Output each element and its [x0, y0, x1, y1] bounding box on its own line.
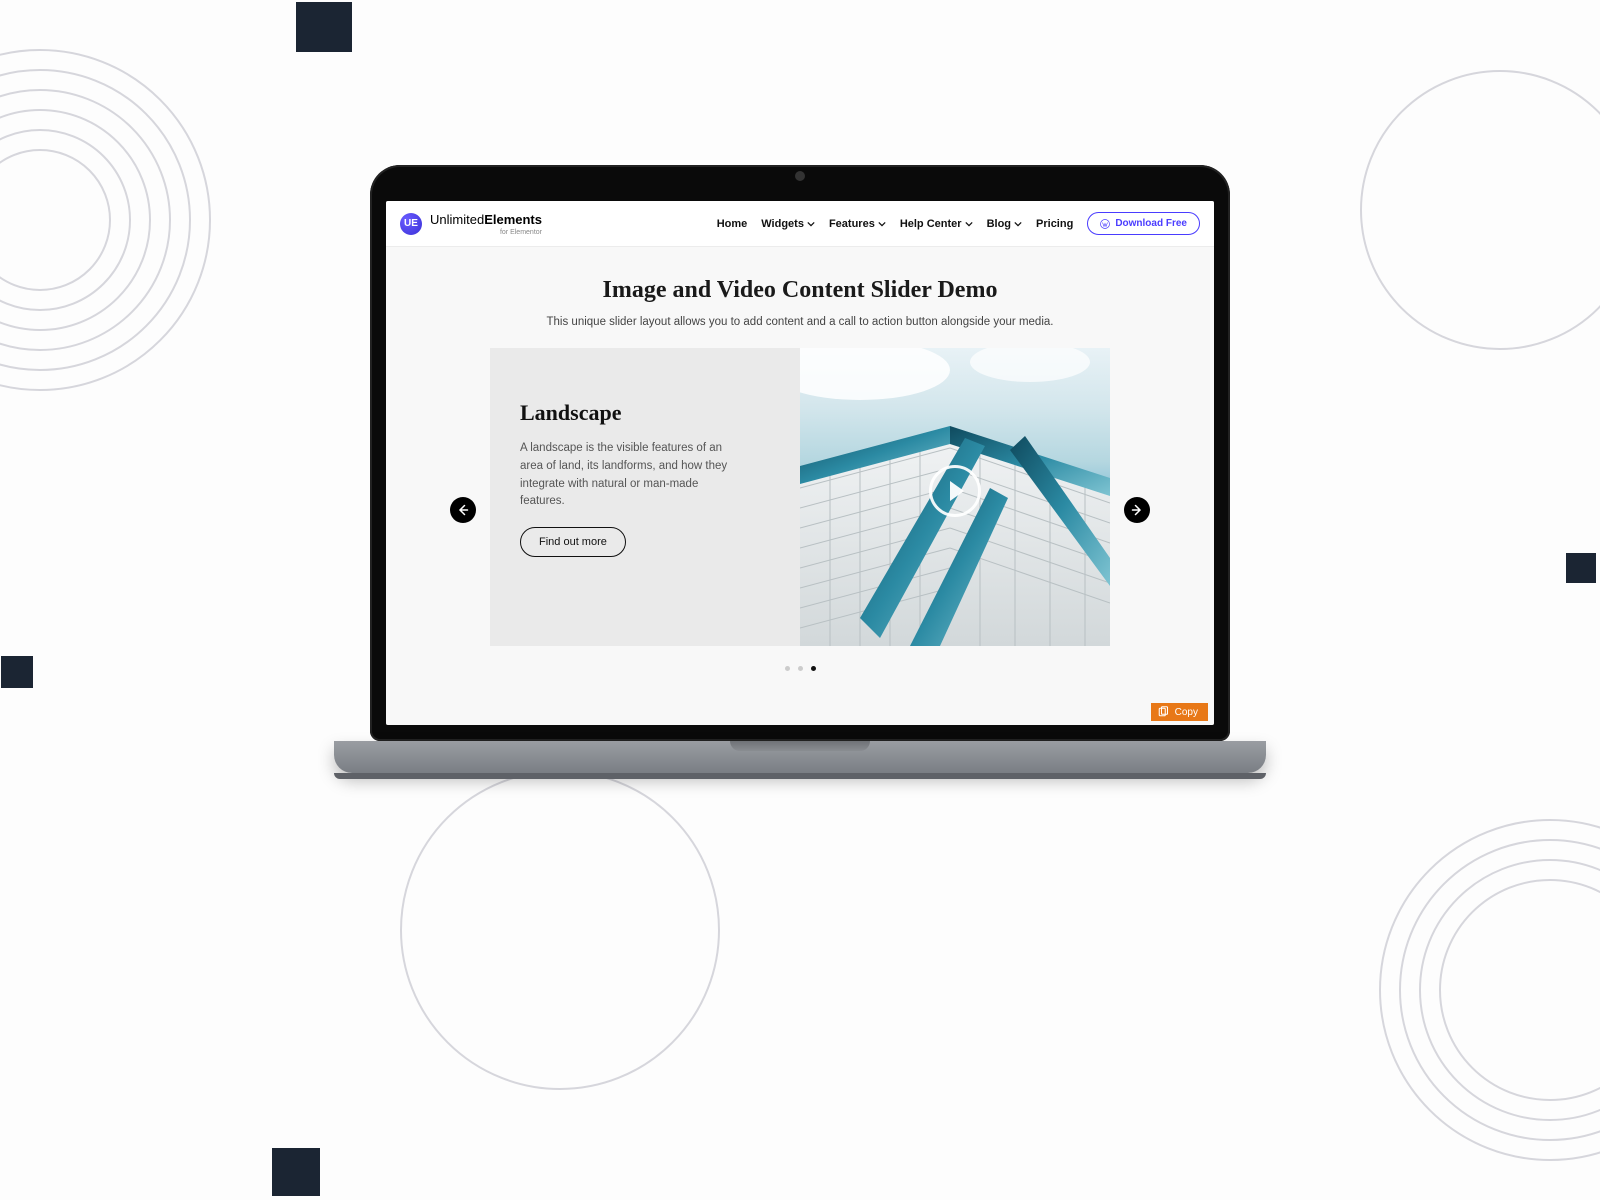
- slide-media: [800, 348, 1110, 646]
- slide-description: A landscape is the visible features of a…: [520, 440, 730, 511]
- laptop-base: [334, 741, 1266, 773]
- slide-content: Landscape A landscape is the visible fea…: [490, 348, 800, 646]
- background-circle-bottom-center: [400, 770, 720, 1090]
- chevron-down-icon: [965, 220, 973, 228]
- nav-help-center[interactable]: Help Center: [900, 218, 973, 230]
- chevron-down-icon: [878, 220, 886, 228]
- slider-next-button[interactable]: [1124, 497, 1150, 523]
- decorative-square: [296, 2, 352, 52]
- slide-title: Landscape: [520, 400, 778, 426]
- wordpress-icon: [1100, 219, 1110, 229]
- decorative-square: [272, 1148, 320, 1196]
- nav-pricing[interactable]: Pricing: [1036, 218, 1073, 230]
- page-main: Image and Video Content Slider Demo This…: [386, 247, 1214, 725]
- nav-features[interactable]: Features: [829, 218, 886, 230]
- background-circles-top-left: [0, 40, 220, 400]
- nav: Home Widgets Features Help Center Blog P…: [717, 212, 1200, 235]
- copy-icon: [1157, 706, 1169, 718]
- decorative-square: [1566, 553, 1596, 583]
- slide-cta-button[interactable]: Find out more: [520, 527, 626, 557]
- brand[interactable]: UE UnlimitedElements for Elementor: [400, 211, 542, 236]
- slider-dots: [490, 666, 1110, 671]
- slider: Landscape A landscape is the visible fea…: [490, 348, 1110, 671]
- copy-button[interactable]: Copy: [1151, 703, 1208, 721]
- nav-home[interactable]: Home: [717, 218, 748, 230]
- slide: Landscape A landscape is the visible fea…: [490, 348, 1110, 646]
- chevron-down-icon: [807, 220, 815, 228]
- nav-widgets[interactable]: Widgets: [761, 218, 815, 230]
- slider-dot-3[interactable]: [811, 666, 816, 671]
- site-header: UE UnlimitedElements for Elementor Home …: [386, 201, 1214, 247]
- laptop-notch: [730, 741, 870, 751]
- laptop-camera: [795, 171, 805, 181]
- laptop-mockup: UE UnlimitedElements for Elementor Home …: [370, 165, 1230, 773]
- play-button[interactable]: [929, 465, 981, 517]
- nav-blog[interactable]: Blog: [987, 218, 1022, 230]
- arrow-left-icon: [457, 504, 469, 516]
- laptop-frame: UE UnlimitedElements for Elementor Home …: [370, 165, 1230, 741]
- laptop-screen: UE UnlimitedElements for Elementor Home …: [386, 201, 1214, 725]
- slider-dot-2[interactable]: [798, 666, 803, 671]
- brand-logo-icon: UE: [400, 213, 422, 235]
- slider-dot-1[interactable]: [785, 666, 790, 671]
- page-subtitle: This unique slider layout allows you to …: [404, 316, 1196, 328]
- slider-prev-button[interactable]: [450, 497, 476, 523]
- decorative-square: [1, 656, 33, 688]
- download-free-button[interactable]: Download Free: [1087, 212, 1200, 235]
- brand-text: UnlimitedElements for Elementor: [430, 211, 542, 236]
- background-circle-top-right: [1360, 70, 1600, 350]
- page-title: Image and Video Content Slider Demo: [404, 277, 1196, 304]
- arrow-right-icon: [1131, 504, 1143, 516]
- chevron-down-icon: [1014, 220, 1022, 228]
- background-circles-bottom-right: [1370, 810, 1600, 1170]
